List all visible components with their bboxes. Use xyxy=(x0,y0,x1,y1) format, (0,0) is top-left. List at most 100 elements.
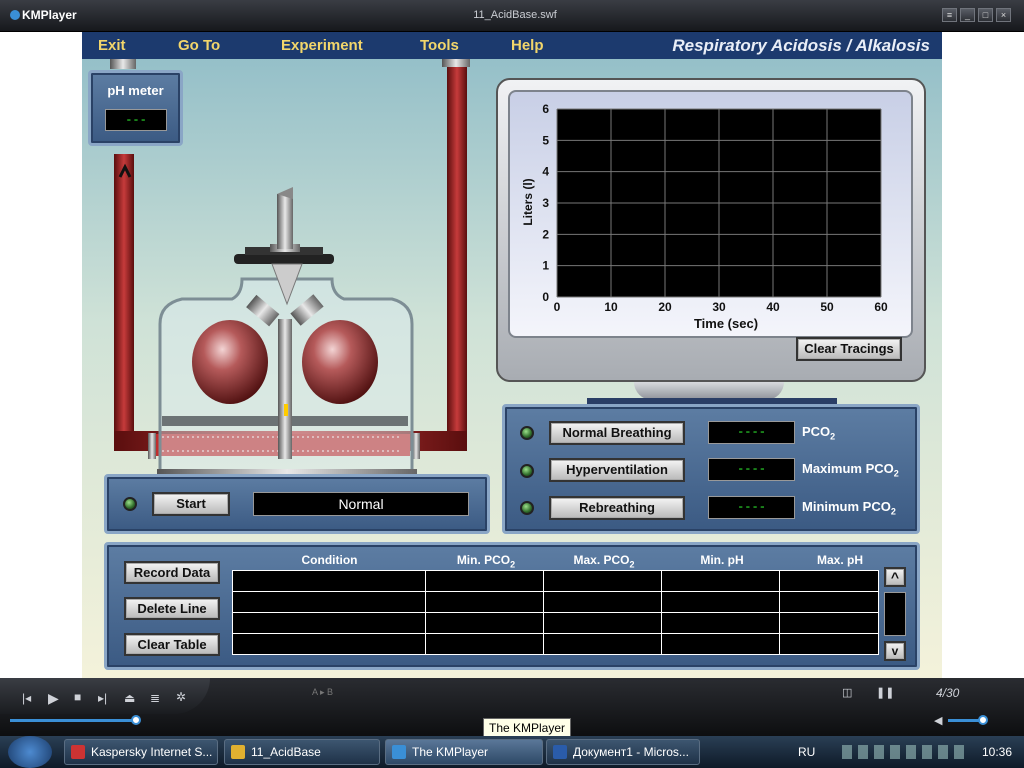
table-row xyxy=(232,570,879,592)
play-icon[interactable]: ▶ xyxy=(48,690,59,707)
y-tick-label: 0 xyxy=(542,290,549,304)
volume-handle[interactable] xyxy=(978,715,988,725)
delete-line-button[interactable]: Delete Line xyxy=(124,597,220,620)
menu-exit[interactable]: Exit xyxy=(98,37,126,54)
taskbar-word[interactable]: Документ1 - Micros... xyxy=(546,739,700,765)
x-tick-label: 30 xyxy=(712,300,726,314)
playlist-icon[interactable]: ≣ xyxy=(150,691,160,705)
x-tick-label: 40 xyxy=(766,300,780,314)
table-row xyxy=(232,612,879,634)
start-panel: Start Normal xyxy=(104,474,490,534)
status-display: Normal xyxy=(253,492,469,516)
pco2-label: PCO2 xyxy=(802,424,836,442)
y-tick-label: 5 xyxy=(542,133,549,147)
window-title: 11_AcidBase.swf xyxy=(473,9,557,21)
table-scroll-up-button[interactable]: ^ xyxy=(884,567,906,587)
simulation-area: Exit Go To Experiment Tools Help Respira… xyxy=(82,32,942,678)
language-indicator[interactable]: RU xyxy=(798,745,815,759)
menu-goto[interactable]: Go To xyxy=(178,37,220,54)
graph-screen: 6543210 0 10 20 30 40 50 60 Liters (l) Time (s… xyxy=(508,90,913,338)
position-readout: 4/30 xyxy=(936,686,960,700)
hyperventilation-button[interactable]: Hyperventilation xyxy=(549,458,685,482)
ph-meter-label: pH meter xyxy=(107,83,164,98)
taskbar: Kaspersky Internet S... 11_AcidBase The … xyxy=(0,736,1024,768)
y-tick-label: 2 xyxy=(542,227,549,241)
seek-handle[interactable] xyxy=(131,715,141,725)
graph-ylabel: Liters (l) xyxy=(521,178,535,225)
col-min-pco2: Min. PCO2 xyxy=(456,553,516,570)
eject-icon[interactable]: ⏏ xyxy=(124,691,135,705)
start-orb-icon[interactable] xyxy=(8,736,52,768)
record-data-button[interactable]: Record Data xyxy=(124,561,220,584)
x-tick-label: 0 xyxy=(554,300,561,314)
start-button[interactable]: Start xyxy=(152,492,230,516)
folder-icon xyxy=(231,745,245,759)
menu-tools[interactable]: Tools xyxy=(420,37,459,54)
x-tick-label: 10 xyxy=(604,300,618,314)
app-logo: KMPlayer xyxy=(10,8,77,22)
normal-breathing-button[interactable]: Normal Breathing xyxy=(549,421,685,445)
maximize-button[interactable]: □ xyxy=(978,8,993,22)
y-tick-label: 3 xyxy=(542,196,549,210)
rebreathing-led xyxy=(520,501,534,515)
pco2-display: ---- xyxy=(708,421,795,444)
graph-monitor: 6543210 0 10 20 30 40 50 60 Liters (l) Time (s… xyxy=(496,78,926,382)
x-tick-label: 60 xyxy=(874,300,888,314)
next-icon[interactable]: ▸| xyxy=(98,691,107,705)
menu-icon[interactable]: ≡ xyxy=(942,8,957,22)
settings-icon[interactable]: ✲ xyxy=(176,690,186,704)
sim-menubar: Exit Go To Experiment Tools Help Respira… xyxy=(82,32,942,59)
breathing-panel: Normal Breathing Hyperventilation Rebrea… xyxy=(502,404,920,534)
normal-breathing-led xyxy=(520,426,534,440)
rebreathing-button[interactable]: Rebreathing xyxy=(549,496,685,520)
col-max-ph: Max. pH xyxy=(816,553,863,567)
tooltip: The KMPlayer xyxy=(483,718,572,738)
taskbar-kaspersky[interactable]: Kaspersky Internet S... xyxy=(64,739,218,765)
x-tick-label: 20 xyxy=(658,300,672,314)
min-pco2-display: ---- xyxy=(708,496,795,519)
y-tick-label: 6 xyxy=(542,102,549,116)
table-scroll-down-button[interactable]: v xyxy=(884,641,906,661)
max-pco2-display: ---- xyxy=(708,458,795,481)
table-row xyxy=(232,591,879,613)
taskbar-kmplayer[interactable]: The KMPlayer xyxy=(385,739,543,765)
close-button[interactable]: × xyxy=(996,8,1011,22)
app-name: KMPlayer xyxy=(22,8,77,22)
subtitle-icon[interactable]: ◫ xyxy=(842,686,852,699)
col-min-ph: Min. pH xyxy=(700,553,744,567)
prev-icon[interactable]: |◂ xyxy=(22,691,31,705)
right-lung xyxy=(302,320,378,404)
stop-icon[interactable]: ■ xyxy=(74,690,81,704)
clear-table-button[interactable]: Clear Table xyxy=(124,633,220,656)
clear-tracings-button[interactable]: Clear Tracings xyxy=(796,337,902,361)
word-icon xyxy=(553,745,567,759)
left-tube xyxy=(114,154,134,444)
minimize-button[interactable]: _ xyxy=(960,8,975,22)
data-table[interactable] xyxy=(232,570,879,655)
table-row xyxy=(232,633,879,655)
seek-bar[interactable] xyxy=(10,719,136,722)
max-pco2-label: Maximum PCO2 xyxy=(802,461,899,479)
graph-xlabel: Time (sec) xyxy=(694,316,758,331)
pause-icon[interactable]: ❚❚ xyxy=(876,686,894,699)
col-max-pco2: Max. PCO2 xyxy=(573,553,635,570)
tray-icons[interactable] xyxy=(842,745,970,759)
ab-repeat-controls[interactable]: A ▸ B xyxy=(312,687,333,698)
volume-icon[interactable]: ◀ xyxy=(934,714,942,727)
menu-experiment[interactable]: Experiment xyxy=(281,37,363,54)
clock: 10:36 xyxy=(982,745,1013,759)
kmplayer-logo-icon xyxy=(10,10,20,20)
y-tick-label: 4 xyxy=(542,165,549,179)
hyperventilation-led xyxy=(520,464,534,478)
kmplayer-icon xyxy=(392,745,406,759)
data-table-panel: Record Data Delete Line Clear Table Cond… xyxy=(104,542,920,670)
menu-help[interactable]: Help xyxy=(511,37,544,54)
min-pco2-label: Minimum PCO2 xyxy=(802,499,896,517)
taskbar-acidbase[interactable]: 11_AcidBase xyxy=(224,739,380,765)
right-tube xyxy=(447,64,467,449)
graph-chart: 6543210 0 10 20 30 40 50 60 Liters (l) Time (s… xyxy=(521,102,888,331)
window-titlebar[interactable]: KMPlayer 11_AcidBase.swf ≡ _ □ × xyxy=(0,0,1024,32)
x-tick-label: 50 xyxy=(820,300,834,314)
kaspersky-icon xyxy=(71,745,85,759)
table-scrollbar-track[interactable] xyxy=(884,592,906,636)
